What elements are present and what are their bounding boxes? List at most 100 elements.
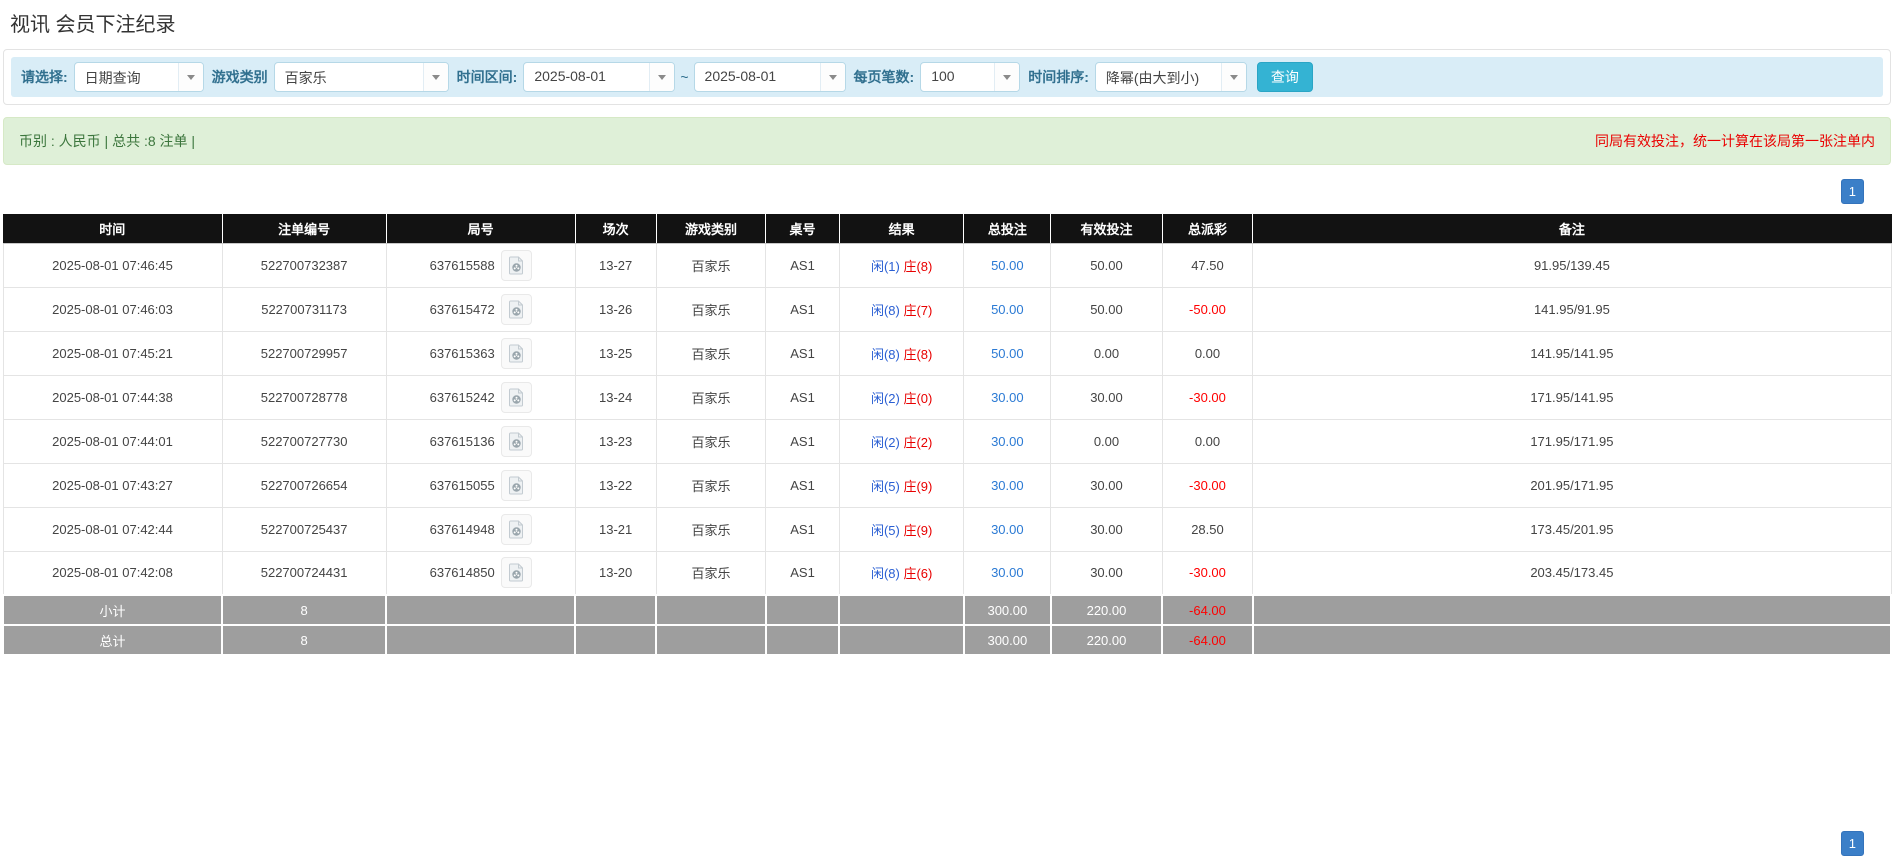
subtotal-cell xyxy=(766,595,840,625)
round-group: 637615136 xyxy=(430,426,532,457)
game-type-select[interactable]: 百家乐 xyxy=(274,62,449,92)
cell-result: 闲(2) 庄(2) xyxy=(839,419,964,463)
sort-order-label: 时间排序: xyxy=(1028,67,1089,87)
video-replay-button[interactable] xyxy=(501,382,532,413)
total-bet-link[interactable]: 50.00 xyxy=(991,302,1024,317)
date-to-select[interactable]: 2025-08-01 xyxy=(694,62,846,92)
film-icon xyxy=(508,520,525,539)
round-group: 637614850 xyxy=(430,557,532,588)
result-banker: 庄(8) xyxy=(903,259,932,274)
page-size-select[interactable]: 100 xyxy=(920,62,1020,92)
film-icon xyxy=(508,256,525,275)
video-replay-button[interactable] xyxy=(501,470,532,501)
total-cell: -64.00 xyxy=(1162,625,1253,655)
cell-table-no: AS1 xyxy=(766,287,840,331)
table-row: 2025-08-01 07:46:03522700731173637615472… xyxy=(3,287,1891,331)
video-replay-button[interactable] xyxy=(501,294,532,325)
video-replay-button[interactable] xyxy=(501,338,532,369)
total-bet-link[interactable]: 50.00 xyxy=(991,258,1024,273)
chevron-down-icon[interactable] xyxy=(820,63,845,91)
round-number: 637615242 xyxy=(430,390,495,405)
cell-total-bet: 50.00 xyxy=(964,331,1051,375)
total-cell xyxy=(656,625,766,655)
grid-body: 2025-08-01 07:46:45522700732387637615588… xyxy=(3,243,1891,595)
total-bet-link[interactable]: 30.00 xyxy=(991,390,1024,405)
cell-result: 闲(5) 庄(9) xyxy=(839,507,964,551)
subtotal-cell: -64.00 xyxy=(1162,595,1253,625)
sort-order-select[interactable]: 降幂(由大到小) xyxy=(1095,62,1247,92)
round-number: 637615472 xyxy=(430,302,495,317)
pagination-top: 1 xyxy=(0,179,1864,204)
column-header: 结果 xyxy=(839,214,964,243)
round-group: 637615055 xyxy=(430,470,532,501)
total-bet-link[interactable]: 30.00 xyxy=(991,478,1024,493)
cell-valid-bet: 0.00 xyxy=(1051,419,1162,463)
cell-total-bet: 30.00 xyxy=(964,551,1051,595)
cell-bet-id: 522700724431 xyxy=(222,551,386,595)
cell-total-bet: 30.00 xyxy=(964,419,1051,463)
cell-session: 13-20 xyxy=(575,551,656,595)
total-cell xyxy=(766,625,840,655)
cell-time: 2025-08-01 07:43:27 xyxy=(3,463,222,507)
cell-result: 闲(8) 庄(8) xyxy=(839,331,964,375)
cell-bet-id: 522700732387 xyxy=(222,243,386,287)
subtotal-cell: 8 xyxy=(222,595,386,625)
total-bet-link[interactable]: 30.00 xyxy=(991,565,1024,580)
cell-round: 637615363 xyxy=(386,331,575,375)
result-banker: 庄(0) xyxy=(903,391,932,406)
cell-time: 2025-08-01 07:42:44 xyxy=(3,507,222,551)
chevron-down-icon[interactable] xyxy=(994,63,1019,91)
time-range-label: 时间区间: xyxy=(457,67,518,87)
cell-session: 13-24 xyxy=(575,375,656,419)
video-replay-button[interactable] xyxy=(501,250,532,281)
table-row: 2025-08-01 07:42:44522700725437637614948… xyxy=(3,507,1891,551)
cell-valid-bet: 50.00 xyxy=(1051,243,1162,287)
total-bet-link[interactable]: 50.00 xyxy=(991,346,1024,361)
video-replay-button[interactable] xyxy=(501,426,532,457)
page-button[interactable]: 1 xyxy=(1841,179,1864,204)
currency-total-info: 币别 : 人民币 | 总共 :8 注单 | xyxy=(19,131,195,151)
result-banker: 庄(8) xyxy=(903,347,932,362)
column-header: 场次 xyxy=(575,214,656,243)
page-button[interactable]: 1 xyxy=(1841,831,1864,856)
chevron-down-icon[interactable] xyxy=(178,63,203,91)
total-row: 总计8300.00220.00-64.00 xyxy=(3,625,1891,655)
total-cell: 220.00 xyxy=(1051,625,1162,655)
chevron-down-icon[interactable] xyxy=(1221,63,1246,91)
total-bet-link[interactable]: 30.00 xyxy=(991,434,1024,449)
video-replay-button[interactable] xyxy=(501,557,532,588)
column-header: 游戏类别 xyxy=(656,214,766,243)
valid-bet-note: 同局有效投注，统一计算在该局第一张注单内 xyxy=(1595,131,1875,151)
query-type-select[interactable]: 日期查询 xyxy=(74,62,204,92)
subtotal-cell xyxy=(386,595,575,625)
video-replay-button[interactable] xyxy=(501,514,532,545)
cell-session: 13-21 xyxy=(575,507,656,551)
cell-result: 闲(1) 庄(8) xyxy=(839,243,964,287)
chevron-down-icon[interactable] xyxy=(649,63,674,91)
cell-game-type: 百家乐 xyxy=(656,507,766,551)
search-button[interactable]: 查询 xyxy=(1257,62,1313,92)
total-cell xyxy=(575,625,656,655)
total-bet-link[interactable]: 30.00 xyxy=(991,522,1024,537)
cell-table-no: AS1 xyxy=(766,551,840,595)
subtotal-cell xyxy=(1253,595,1891,625)
result-player: 闲(2) xyxy=(871,391,900,406)
cell-total-bet: 30.00 xyxy=(964,507,1051,551)
column-header: 总投注 xyxy=(964,214,1051,243)
pagination-bottom: 1 xyxy=(0,831,1864,856)
game-type-label: 游戏类别 xyxy=(212,67,268,87)
chevron-down-icon[interactable] xyxy=(423,63,448,91)
cell-valid-bet: 30.00 xyxy=(1051,507,1162,551)
date-to-value: 2025-08-01 xyxy=(695,63,820,91)
filter-bar: 请选择: 日期查询 游戏类别 百家乐 时间区间: 2025-08-01 ~ 20… xyxy=(11,57,1883,97)
cell-bet-id: 522700729957 xyxy=(222,331,386,375)
cell-valid-bet: 30.00 xyxy=(1051,375,1162,419)
round-group: 637615588 xyxy=(430,250,532,281)
round-group: 637615363 xyxy=(430,338,532,369)
cell-time: 2025-08-01 07:46:03 xyxy=(3,287,222,331)
round-group: 637614948 xyxy=(430,514,532,545)
result-banker: 庄(2) xyxy=(903,435,932,450)
cell-game-type: 百家乐 xyxy=(656,287,766,331)
film-icon xyxy=(508,432,525,451)
date-from-select[interactable]: 2025-08-01 xyxy=(523,62,675,92)
